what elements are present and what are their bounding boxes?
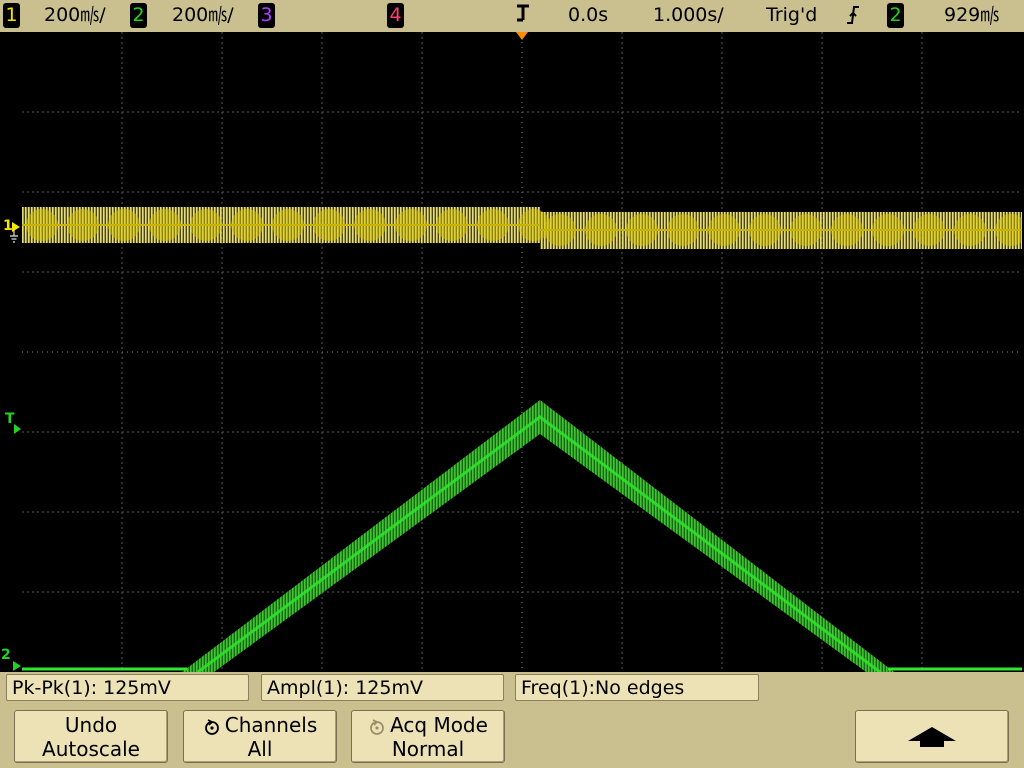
ch2-ground-marker[interactable]: 2 [1,647,11,663]
acq-mode-value: Normal [391,737,465,761]
delay-marker-icon [514,2,532,34]
acq-mode-button[interactable]: Acq Mode Normal [351,710,505,763]
channel-2-scale: 200㎧/ [172,4,234,26]
trigger-status: Trig'd [766,4,818,26]
channel-4-indicator[interactable]: 4 [387,3,404,28]
delay-value: 0.0s [568,4,609,26]
channel-2-indicator[interactable]: 2 [130,3,147,28]
channel-1-indicator[interactable]: 1 [3,3,20,28]
measurement-frequency: Freq(1):No edges [515,674,759,701]
channel-2-trace [22,400,1022,672]
rotate-knob-icon [370,718,384,735]
undo-autoscale-button[interactable]: Undo Autoscale [14,710,168,763]
ch2-arrow-icon [13,661,21,671]
channels-button[interactable]: Channels All [183,710,337,763]
acq-mode-label: Acq Mode [390,713,488,737]
rotate-knob-icon [204,718,219,735]
waveform-display[interactable] [22,32,1022,672]
up-arrow-icon [908,727,956,747]
measurement-pk-pk: Pk-Pk(1): 125mV [6,674,249,701]
channels-label: Channels [224,713,318,737]
graticule-center-axes [22,32,1022,672]
marker-strip: 1 T 2 [0,32,22,672]
trigger-arrow-icon [14,424,21,434]
channel-1-trace [22,207,1022,249]
trigger-level: 929㎧ [944,4,1000,26]
ch2-marker-label: 2 [1,647,11,663]
channels-value: All [247,737,273,761]
status-bar: 1 200㎧/ 2 200㎧/ 3 4 0.0s 1.000s/ Trig'd … [0,0,1024,32]
channel-3-indicator[interactable]: 3 [258,3,275,28]
trigger-position-icon [516,32,528,40]
measurement-amplitude: Ampl(1): 125mV [261,674,504,701]
timebase-value: 1.000s/ [653,4,724,26]
up-menu-button[interactable] [855,710,1009,763]
graticule-and-traces [22,32,1022,672]
ch1-ground-icon [10,222,20,243]
channel-1-scale: 200㎧/ [44,4,106,26]
autoscale-label: Autoscale [42,737,140,761]
undo-label: Undo [64,713,118,737]
trigger-source-indicator[interactable]: 2 [887,3,904,28]
